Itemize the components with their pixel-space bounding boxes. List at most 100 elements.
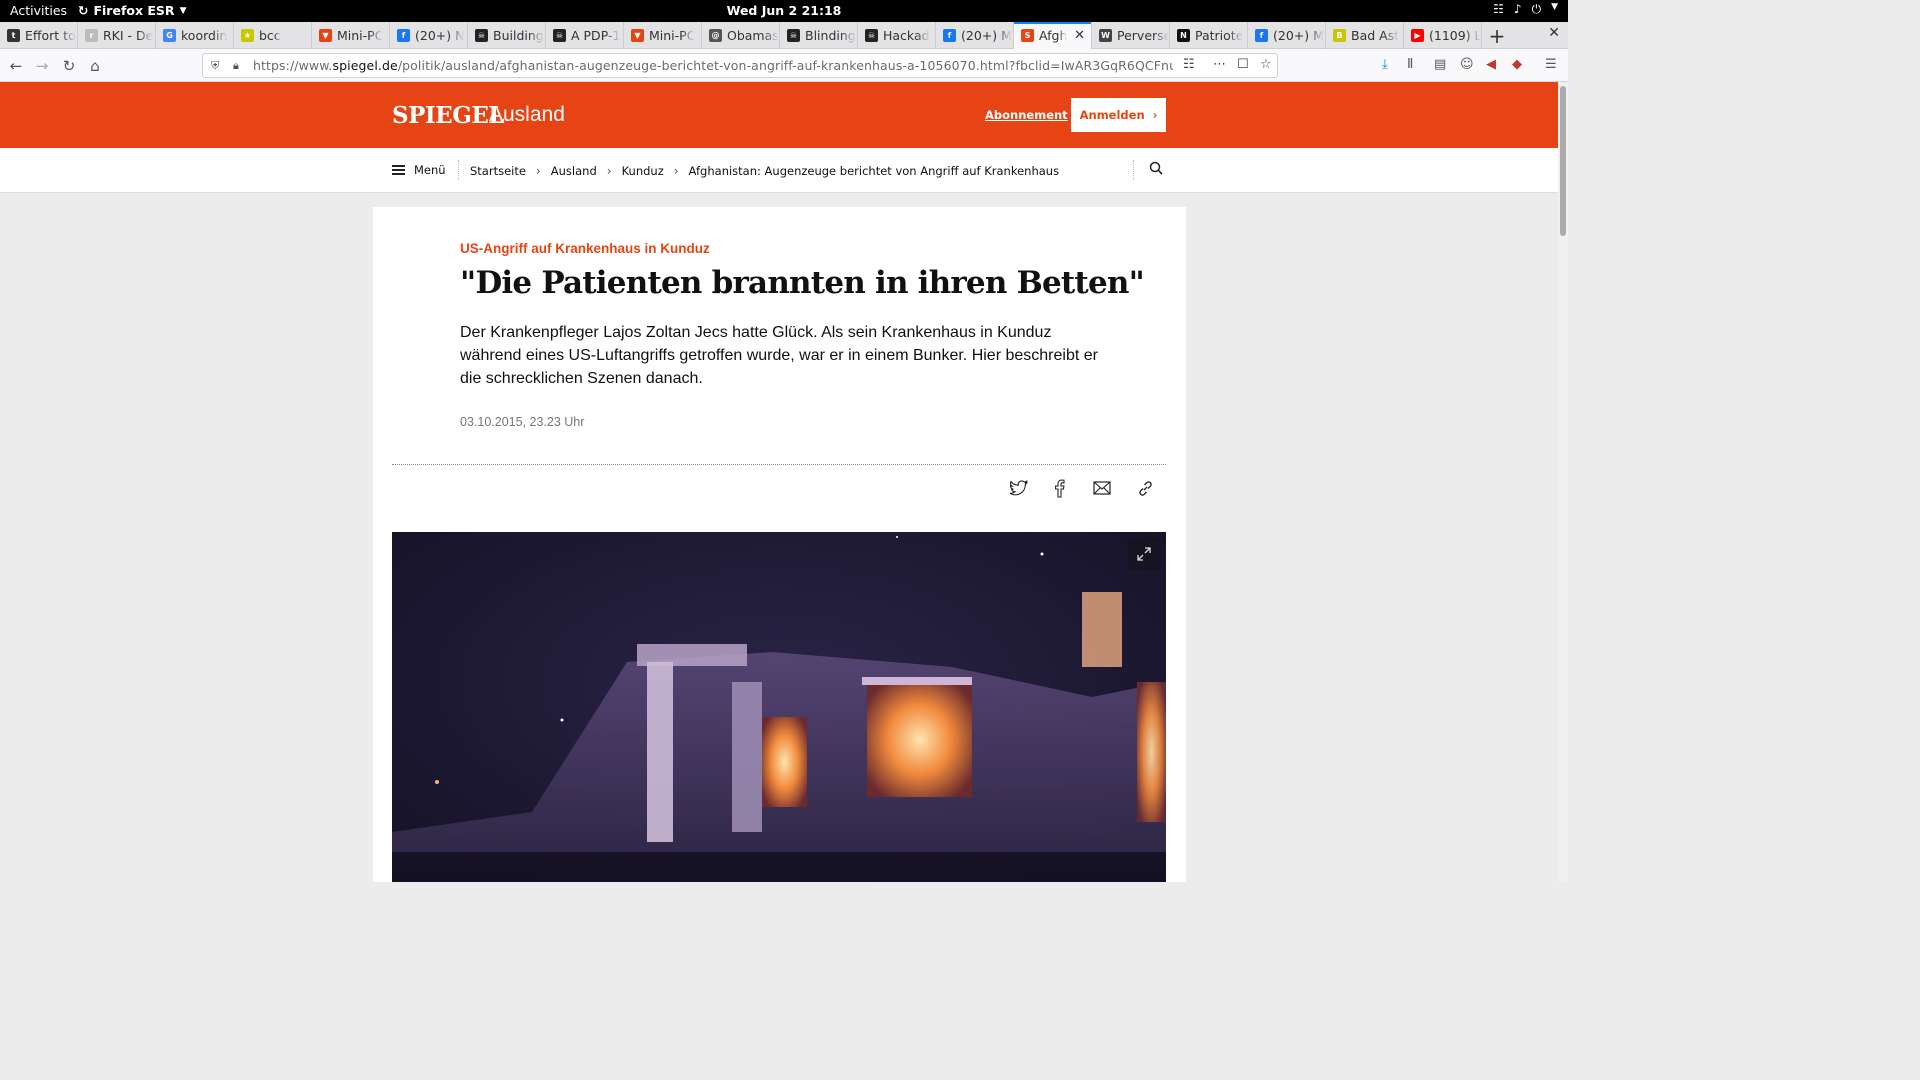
hackaday-icon: ☠	[475, 29, 488, 42]
tab-11[interactable]: ☠ Blinding	[780, 22, 858, 49]
breadcrumb-kunduz[interactable]: Kunduz	[622, 164, 664, 178]
search-button[interactable]	[1149, 161, 1163, 179]
url-domain: spiegel.de	[332, 58, 398, 73]
email-icon	[1093, 481, 1111, 495]
rki-icon: r	[85, 29, 98, 42]
subscribe-link[interactable]: Abonnement	[985, 108, 1068, 122]
system-tray[interactable]: ☷ ♪ ⏻ ▼	[1493, 2, 1558, 17]
close-tab-icon[interactable]: ✕	[1074, 28, 1085, 43]
page-scrollbar[interactable]	[1558, 82, 1568, 882]
pocket-icon[interactable]: ☐	[1237, 57, 1249, 72]
tab-3[interactable]: Gkoordin	[156, 22, 234, 49]
share-email-button[interactable]	[1091, 477, 1113, 499]
downloads-icon[interactable]: ⤓	[1382, 57, 1388, 72]
sidebar-icon[interactable]: ▤	[1434, 57, 1446, 72]
gnome-top-bar: Activities ↻ Firefox ESR ▼ Wed Jun 2 21:…	[0, 0, 1568, 22]
tab-4[interactable]: ★ bcc	[234, 22, 312, 49]
hamburger-menu-icon[interactable]: ☰	[1545, 57, 1557, 72]
tab-title: Mini-PC	[337, 28, 384, 43]
tab-13[interactable]: f (20+) M	[936, 22, 1014, 49]
burning-hospital-image	[392, 532, 1166, 882]
tab-1[interactable]: t Effort to	[0, 22, 78, 49]
clock[interactable]: Wed Jun 2 21:18	[0, 3, 1568, 18]
back-button[interactable]: ←	[5, 55, 27, 77]
site-header: SPIEGEL Ausland Abonnement Anmelden ›	[0, 82, 1558, 148]
reader-view-icon[interactable]: ☷	[1183, 57, 1195, 72]
library-icon[interactable]: Ⅱ	[1407, 57, 1413, 72]
share-facebook-button[interactable]	[1048, 477, 1070, 499]
tab-12[interactable]: ☠ Hackad	[858, 22, 936, 49]
tab-7[interactable]: ☠ Building	[468, 22, 546, 49]
url-path: /politik/ausland/afghanistan-augenzeuge-…	[397, 58, 1173, 73]
sub-navigation: Menü Startseite › Ausland › Kunduz › Afg…	[0, 148, 1558, 193]
bookmark-star-icon[interactable]: ☆	[1260, 57, 1272, 72]
breadcrumb-ausland[interactable]: Ausland	[551, 164, 597, 178]
tab-18[interactable]: B Bad Ast	[1326, 22, 1404, 49]
volume-icon: ♪	[1513, 2, 1522, 16]
tab-9[interactable]: ▼ Mini-PC	[624, 22, 702, 49]
close-window-icon[interactable]: ✕	[1548, 25, 1560, 41]
tab-19[interactable]: ▶ (1109) L	[1404, 22, 1482, 49]
tab-title: Mini-PC	[649, 28, 696, 43]
url-text[interactable]: https://www.spiegel.de/politik/ausland/a…	[253, 58, 1173, 73]
brave-icon: ▼	[631, 29, 644, 42]
copy-link-button[interactable]	[1134, 477, 1156, 499]
tab-16[interactable]: N Patriote	[1170, 22, 1248, 49]
lock-icon[interactable]: 🔒︎	[233, 59, 243, 73]
article-card: US-Angriff auf Krankenhaus in Kunduz "Di…	[373, 207, 1186, 882]
scrollbar-thumb[interactable]	[1560, 86, 1566, 236]
tab-title: (20+) M	[961, 28, 1012, 43]
youtube-icon: ▶	[1411, 29, 1424, 42]
tab-strip: t Effort to r RKI - De Gkoordin ★ bcc ▼ Mini-PC f…	[0, 22, 1568, 49]
hamburger-icon	[392, 165, 405, 175]
tab-title: (20+) N	[415, 28, 465, 43]
reload-icon: ↻	[62, 57, 76, 75]
tab-14[interactable]: S Afgh ✕	[1014, 22, 1092, 49]
home-button[interactable]: ⌂	[84, 55, 106, 77]
facebook-icon: f	[943, 29, 956, 42]
breadcrumb-startseite[interactable]: Startseite	[470, 164, 526, 178]
tab-title: Effort to	[25, 28, 76, 43]
chevron-down-icon: ▼	[1551, 2, 1558, 12]
tab-10[interactable]: @ Obamas	[702, 22, 780, 49]
account-icon[interactable]: ☺	[1460, 57, 1474, 72]
spiegel-logo[interactable]: SPIEGEL	[392, 102, 505, 129]
tab-title: Obamas	[727, 28, 779, 43]
forward-button[interactable]: →	[31, 55, 53, 77]
article-lead: Der Krankenpfleger Lajos Zoltan Jecs hat…	[460, 324, 1098, 387]
tab-2[interactable]: r RKI - De	[78, 22, 156, 49]
megaphone-icon[interactable]: ◀	[1486, 57, 1496, 72]
share-twitter-button[interactable]	[1007, 477, 1029, 499]
article-photo[interactable]	[392, 532, 1166, 882]
tab-title: A PDP-1	[571, 28, 621, 43]
tab-15[interactable]: W Perverse	[1092, 22, 1170, 49]
search-icon	[1149, 161, 1163, 175]
breadcrumb-current: Afghanistan: Augenzeuge berichtet von An…	[688, 164, 1060, 178]
web-page: SPIEGEL Ausland Abonnement Anmelden › Me…	[0, 82, 1558, 882]
tab-title: Building	[493, 28, 544, 43]
url-bar[interactable]: ⛨ 🔒︎ https://www.spiegel.de/politik/ausl…	[202, 53, 1278, 78]
tab-8[interactable]: ☠ A PDP-1	[546, 22, 624, 49]
facebook-icon: f	[397, 29, 410, 42]
spiegel-icon: S	[1021, 29, 1034, 42]
login-label: Anmelden	[1079, 108, 1145, 122]
new-tab-button[interactable]: +	[1482, 22, 1512, 49]
reload-button[interactable]: ↻	[58, 55, 80, 77]
section-title[interactable]: Ausland	[489, 103, 565, 127]
ublock-icon[interactable]: ◆	[1512, 57, 1522, 72]
menu-button[interactable]: Menü	[392, 163, 446, 177]
tab-6[interactable]: f (20+) N	[390, 22, 468, 49]
tab-17[interactable]: f (20+) M	[1248, 22, 1326, 49]
breadcrumb: Startseite › Ausland › Kunduz › Afghanis…	[470, 164, 1059, 178]
nzz-icon: N	[1177, 29, 1190, 42]
arrow-right-icon: →	[35, 57, 49, 75]
tracking-protection-icon[interactable]: ⛨	[211, 59, 223, 73]
page-actions-icon[interactable]: ⋯	[1213, 57, 1226, 72]
expand-image-button[interactable]	[1128, 538, 1160, 570]
tab-5[interactable]: ▼ Mini-PC	[312, 22, 390, 49]
expand-icon	[1137, 547, 1151, 561]
link-icon	[1138, 480, 1152, 496]
tab-title: Afgh	[1039, 28, 1068, 43]
chevron-right-icon: ›	[606, 164, 612, 178]
login-button[interactable]: Anmelden ›	[1071, 98, 1166, 132]
